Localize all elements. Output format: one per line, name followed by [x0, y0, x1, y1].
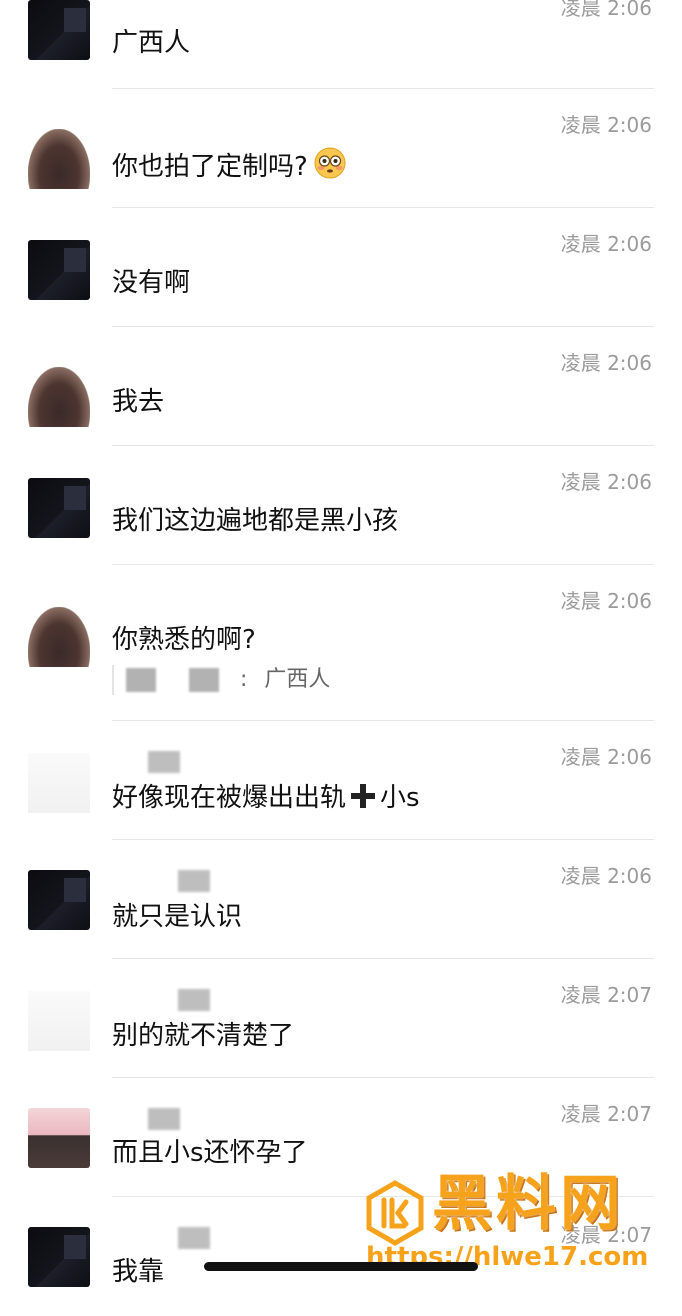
message-text-content: 你也拍了定制吗? — [112, 152, 308, 182]
list-item[interactable]: 凌晨 2:06 没有啊 — [0, 208, 682, 327]
message-time: 凌晨 2:06 — [560, 232, 652, 256]
quoted-message[interactable]: : 广西人 — [112, 665, 330, 695]
message-text: 就只是认识 — [112, 902, 243, 932]
message-text: 你也拍了定制吗? — [112, 147, 346, 188]
plus-icon — [350, 783, 376, 809]
logo-mark-icon — [362, 1180, 428, 1250]
message-time: 凌晨 2:06 — [560, 589, 652, 613]
list-item[interactable]: 凌晨 2:06 我去 — [0, 327, 682, 446]
sender-name-blur — [178, 1227, 210, 1249]
avatar[interactable] — [28, 991, 90, 1051]
quoted-sender-blur — [126, 668, 156, 692]
quote-separator: : — [240, 667, 248, 692]
avatar[interactable] — [28, 607, 90, 667]
quoted-sender-blur — [189, 668, 219, 692]
message-time: 凌晨 2:07 — [560, 1102, 652, 1126]
message-time: 凌晨 2:06 — [560, 113, 652, 137]
watermark-title: 黑料网 — [432, 1169, 624, 1239]
avatar[interactable] — [28, 367, 90, 427]
list-item[interactable]: 凌晨 2:06 你也拍了定制吗? — [0, 89, 682, 208]
sender-name-blur — [178, 989, 210, 1011]
home-indicator[interactable] — [204, 1262, 478, 1271]
list-item[interactable]: 凌晨 2:06 就只是认识 — [0, 840, 682, 959]
message-time: 凌晨 2:06 — [560, 0, 652, 20]
message-text: 我靠 — [112, 1257, 165, 1287]
avatar[interactable] — [28, 1108, 90, 1168]
avatar[interactable] — [28, 753, 90, 813]
message-time: 凌晨 2:06 — [560, 745, 652, 769]
avatar[interactable] — [28, 870, 90, 930]
message-time: 凌晨 2:06 — [560, 864, 652, 888]
avatar[interactable] — [28, 129, 90, 189]
message-text: 而且小s还怀孕了 — [112, 1138, 308, 1168]
message-time: 凌晨 2:06 — [560, 470, 652, 494]
message-text: 广西人 — [112, 28, 191, 58]
sender-name-blur — [148, 1108, 180, 1130]
message-text: 别的就不清楚了 — [112, 1021, 295, 1051]
watermark: 黑料网 https://hlwe17.com — [358, 1169, 676, 1276]
sender-name-blur — [178, 870, 210, 892]
message-text: 我们这边遍地都是黑小孩 — [112, 506, 399, 536]
list-item[interactable]: 凌晨 2:06 好像现在被爆出出轨 小s — [0, 721, 682, 840]
message-text: 我去 — [112, 387, 165, 417]
chat-list: 凌晨 2:06 广西人 凌晨 2:06 你也拍了定制吗? 凌晨 2:06 没有啊… — [0, 0, 682, 1287]
message-time: 凌晨 2:06 — [560, 351, 652, 375]
avatar[interactable] — [28, 0, 90, 60]
message-text-part: 好像现在被爆出出轨 — [112, 783, 347, 813]
quoted-text: 广西人 — [264, 667, 331, 692]
list-item[interactable]: 凌晨 2:06 广西人 — [0, 0, 682, 89]
message-text: 没有啊 — [112, 268, 191, 298]
list-item[interactable]: 凌晨 2:06 我们这边遍地都是黑小孩 — [0, 446, 682, 565]
list-item[interactable]: 凌晨 2:07 别的就不清楚了 — [0, 959, 682, 1078]
flushed-face-icon — [314, 147, 346, 188]
avatar[interactable] — [28, 478, 90, 538]
avatar[interactable] — [28, 240, 90, 300]
sender-name-blur — [148, 751, 180, 773]
message-text: 好像现在被爆出出轨 小s — [112, 781, 420, 815]
message-text: 你熟悉的啊? — [112, 625, 256, 655]
message-text-part: 小s — [380, 783, 420, 813]
avatar[interactable] — [28, 1227, 90, 1287]
message-time: 凌晨 2:07 — [560, 983, 652, 1007]
list-item[interactable]: 凌晨 2:06 你熟悉的啊? : 广西人 — [0, 565, 682, 721]
